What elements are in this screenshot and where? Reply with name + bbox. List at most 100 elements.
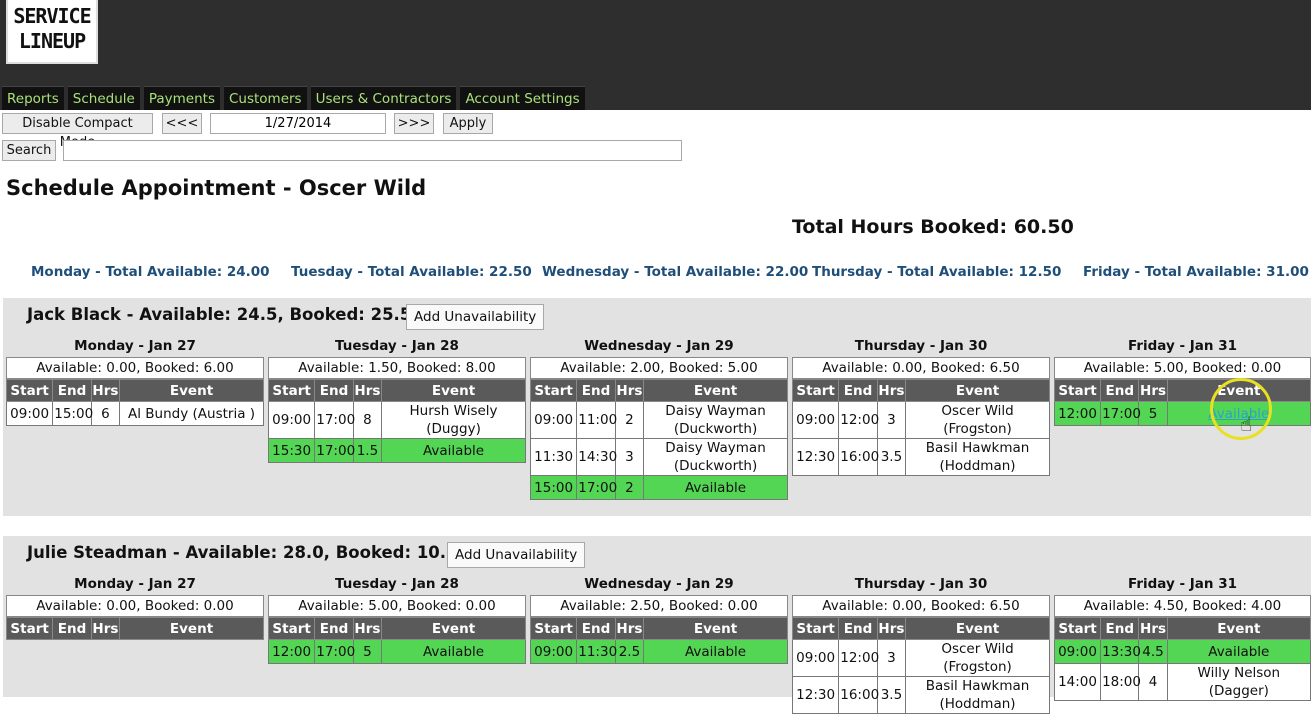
end-cell: 16:00 [838, 438, 879, 476]
event-cell[interactable]: Available [381, 438, 526, 463]
day-header: Tuesday - Jan 28 [335, 576, 459, 592]
day-schedule-table: Start End Hrs Event 09:00 15:00 6 Al Bundy (Aus… [5, 379, 264, 426]
end-cell: 17:00 [314, 401, 355, 439]
day-schedule-table: Start End Hrs Event 09:00 13:30 4.5 Available 14… [1053, 617, 1311, 701]
start-cell: 09:00 [267, 401, 316, 439]
thursday-total-available: Thursday - Total Available: 12.50 [812, 264, 1062, 280]
event-cell[interactable]: Available [643, 475, 788, 500]
search-button[interactable]: Search [2, 140, 56, 161]
table-row: 09:00 11:00 2 Daisy Wayman (Duckworth) [529, 401, 788, 439]
hrs-cell: 4 [1138, 663, 1168, 701]
table-header-row: Start End Hrs Event [791, 379, 1050, 402]
date-input[interactable] [210, 113, 386, 134]
start-cell: 12:00 [1053, 401, 1102, 426]
event-cell[interactable]: Available [643, 639, 788, 664]
end-cell: 18:00 [1100, 663, 1141, 701]
start-cell: 09:00 [529, 401, 578, 439]
next-week-button[interactable]: >>> [394, 113, 434, 134]
add-unavailability-button[interactable]: Add Unavailability [447, 542, 586, 568]
day-column: Monday - Jan 27 Available: 0.00, Booked: … [5, 336, 264, 426]
start-cell: 11:30 [529, 438, 578, 476]
col-start-header: Start [5, 379, 54, 402]
nav-reports[interactable]: Reports [2, 86, 64, 110]
disable-compact-mode-button[interactable]: Disable Compact Mode [2, 113, 153, 150]
nav-payments[interactable]: Payments [143, 86, 220, 110]
hrs-cell: 3.5 [876, 438, 907, 476]
col-start-header: Start [529, 379, 578, 402]
table-header-row: Start End Hrs Event [791, 617, 1050, 640]
person-name-heading: Julie Steadman - Available: 28.0, Booked… [27, 543, 470, 562]
day-schedule-table: Start End Hrs Event [5, 617, 264, 640]
hrs-cell: 1.5 [352, 438, 383, 463]
nav-customers[interactable]: Customers [223, 86, 307, 110]
table-header-row: Start End Hrs Event [1053, 617, 1311, 640]
table-row: 11:30 14:30 3 Daisy Wayman (Duckworth) [529, 438, 788, 476]
table-row[interactable]: 12:00 17:00 5 Available [267, 639, 526, 664]
logo-line-1: SERVICE [13, 4, 91, 28]
start-cell: 12:00 [267, 639, 316, 664]
end-cell: 17:00 [1100, 401, 1141, 426]
day-column: Tuesday - Jan 28 Available: 1.50, Booked:… [267, 336, 526, 463]
table-row: 12:30 16:00 3.5 Basil Hawkman (Hoddman) [791, 438, 1050, 476]
col-start-header: Start [5, 617, 54, 640]
day-availability-summary: Available: 2.00, Booked: 5.00 [530, 357, 788, 379]
start-cell: 09:00 [791, 401, 840, 439]
nav-schedule[interactable]: Schedule [67, 86, 140, 110]
table-row[interactable]: 09:00 11:30 2.5 Available [529, 639, 788, 664]
day-availability-summary: Available: 5.00, Booked: 0.00 [1054, 357, 1311, 379]
table-row[interactable]: 09:00 13:30 4.5 Available [1053, 639, 1311, 664]
hrs-cell: 3.5 [876, 676, 907, 714]
day-schedule-table: Start End Hrs Event 12:00 17:00 5 Available [267, 617, 526, 664]
table-row[interactable]: 15:30 17:00 1.5 Available [267, 438, 526, 463]
end-cell: 11:30 [576, 639, 617, 664]
col-end-header: End [838, 617, 878, 640]
add-unavailability-button[interactable]: Add Unavailability [406, 304, 545, 330]
search-input[interactable] [63, 140, 682, 161]
col-hrs-header: Hrs [1138, 617, 1168, 640]
col-event-header: Event [119, 379, 264, 402]
start-cell: 14:00 [1053, 663, 1102, 701]
day-schedule-table: Start End Hrs Event 09:00 11:00 2 Daisy Wayman … [529, 379, 788, 500]
table-row: 12:30 16:00 3.5 Basil Hawkman (Hoddman) [791, 676, 1050, 714]
end-cell: 16:00 [838, 676, 879, 714]
event-cell[interactable]: Available [1166, 639, 1311, 664]
end-cell: 17:00 [314, 438, 355, 463]
table-row[interactable]: 12:00 17:00 5 Available [1053, 401, 1311, 426]
col-event-header: Event [381, 379, 526, 402]
col-end-header: End [1100, 617, 1140, 640]
start-cell: 12:30 [791, 438, 840, 476]
service-lineup-logo[interactable]: SERVICE LINEUP [6, 0, 98, 64]
end-cell: 12:00 [838, 401, 879, 439]
day-column: Wednesday - Jan 29 Available: 2.50, Booke… [529, 574, 788, 664]
start-cell: 15:00 [529, 475, 578, 500]
col-hrs-header: Hrs [614, 617, 645, 640]
nav-users-contractors[interactable]: Users & Contractors [310, 86, 457, 110]
end-cell: 12:00 [838, 639, 879, 677]
col-hrs-header: Hrs [90, 617, 121, 640]
day-availability-summary: Available: 0.00, Booked: 6.00 [6, 357, 264, 379]
hrs-cell: 6 [90, 401, 121, 426]
day-schedule-table: Start End Hrs Event 12:00 17:00 5 Available [1053, 379, 1311, 426]
start-cell: 09:00 [1053, 639, 1102, 664]
nav-account-settings[interactable]: Account Settings [460, 86, 585, 110]
event-cell[interactable]: Available [381, 639, 526, 664]
day-availability-summary: Available: 4.50, Booked: 4.00 [1054, 595, 1311, 617]
hand-pointer-icon: ☝ [1240, 412, 1253, 436]
hrs-cell: 5 [1138, 401, 1168, 426]
table-row: 09:00 12:00 3 Oscer Wild (Frogston) [791, 639, 1050, 677]
previous-week-button[interactable]: <<< [162, 113, 202, 134]
col-end-header: End [314, 379, 354, 402]
day-availability-summary: Available: 0.00, Booked: 6.50 [792, 357, 1050, 379]
friday-total-available: Friday - Total Available: 31.00 [1083, 264, 1309, 280]
apply-button[interactable]: Apply [443, 113, 493, 134]
table-row[interactable]: 15:00 17:00 2 Available [529, 475, 788, 500]
day-header: Thursday - Jan 30 [854, 338, 988, 354]
start-cell: 12:30 [791, 676, 840, 714]
col-hrs-header: Hrs [90, 379, 121, 402]
hrs-cell: 4.5 [1138, 639, 1168, 664]
col-event-header: Event [381, 617, 526, 640]
day-column: Thursday - Jan 30 Available: 0.00, Booked… [791, 336, 1050, 476]
person-name-heading: Jack Black - Available: 24.5, Booked: 25… [27, 305, 423, 324]
start-cell: 15:30 [267, 438, 316, 463]
col-hrs-header: Hrs [614, 379, 645, 402]
